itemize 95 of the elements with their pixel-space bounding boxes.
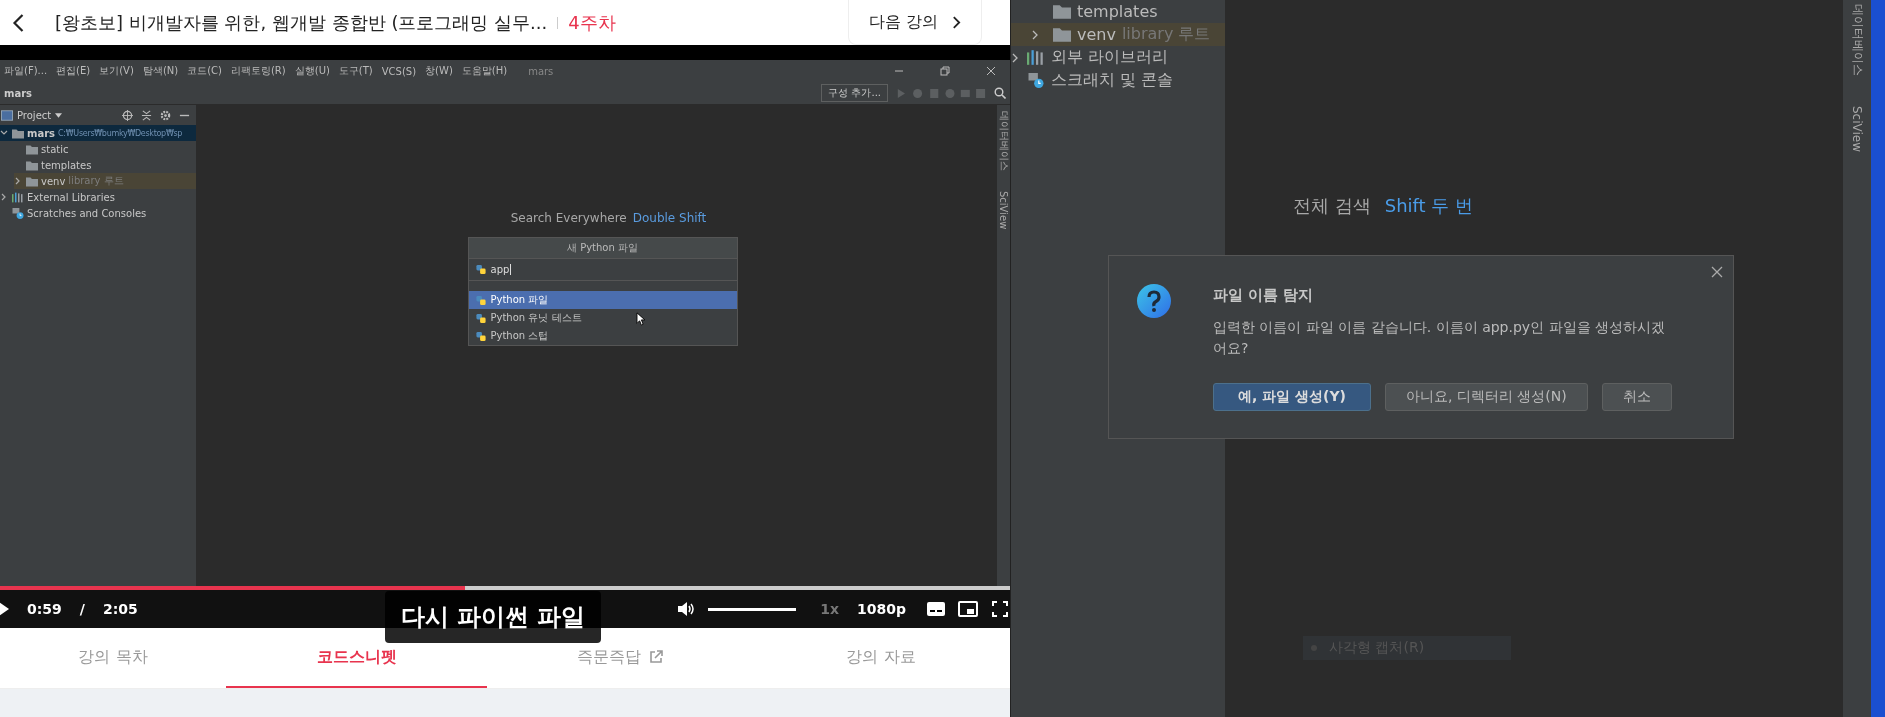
side-tool-tab[interactable]: SciView [998, 191, 1009, 230]
fullscreen-icon[interactable] [990, 601, 1010, 617]
side-tool-tab[interactable]: 데이터베이스 [1848, 4, 1866, 76]
dialog-button[interactable]: 예, 파일 생성(Y) [1213, 383, 1371, 411]
menu-item[interactable]: 보기(V) [99, 64, 134, 78]
tree-item-label[interactable]: venv [1077, 25, 1116, 44]
chevron-right-icon[interactable] [14, 177, 22, 185]
menu-item[interactable]: 편집(E) [56, 64, 91, 78]
file-type-option[interactable]: Python 유닛 테스트 [468, 309, 737, 327]
current-time: 0:59 [27, 601, 62, 617]
menu-item[interactable]: 탐색(N) [142, 64, 179, 78]
subtitle-caption: 다시 파이썬 파일 [385, 591, 601, 643]
search-icon[interactable] [994, 87, 1006, 99]
tree-item-label[interactable]: mars [27, 127, 56, 139]
speed-button[interactable]: 1x [820, 601, 839, 617]
lecture-tab[interactable]: 강의 목차 [0, 628, 226, 688]
library-icon [12, 191, 24, 203]
shortcut-label: Shift 두 번 [1384, 194, 1474, 218]
scratch-file-icon [1027, 73, 1045, 88]
folder-path: C:₩Users₩bumky₩Desktop₩sp [58, 128, 183, 138]
play-icon[interactable] [0, 602, 9, 616]
file-type-option[interactable]: Python 파일 [468, 291, 737, 309]
folder-icon [12, 127, 24, 139]
total-time: 2:05 [102, 601, 138, 617]
breadcrumb[interactable]: mars [4, 87, 33, 99]
chevron-right-icon[interactable] [0, 193, 8, 201]
folder-icon [26, 159, 38, 171]
python-icon [474, 312, 487, 324]
caret-down-icon[interactable] [55, 112, 63, 118]
volume-icon[interactable] [676, 601, 697, 617]
menu-item[interactable]: 리팩토링(R) [230, 64, 286, 78]
side-tool-tab[interactable]: 데이터베이스 [996, 111, 1011, 171]
python-icon [474, 264, 487, 275]
lecture-tab[interactable]: 강의 자료 [752, 628, 1010, 688]
course-title: [왕초보] 비개발자를 위한, 웹개발 종합반 (프로그래밍 실무... [55, 10, 548, 35]
tree-item-label[interactable]: Scratches and Consoles [27, 207, 147, 219]
subtitles-icon[interactable] [926, 601, 946, 617]
search-everywhere-label: Search Everywhere [510, 211, 627, 225]
folder-icon [1053, 27, 1071, 42]
picture-in-picture-icon[interactable] [958, 601, 978, 617]
dialog-button[interactable]: 아니요, 디렉터리 생성(N) [1385, 383, 1588, 411]
dialog-title: 파일 이름 탐지 [1213, 286, 1315, 305]
shortcut-label: Double Shift [632, 211, 707, 225]
back-icon[interactable] [12, 12, 25, 33]
next-lecture-button[interactable]: 다음 강의 [848, 0, 982, 45]
tree-item-label[interactable]: venv [41, 175, 66, 187]
restore-icon[interactable] [940, 66, 950, 76]
tree-item-label[interactable]: 외부 라이브러리 [1051, 47, 1169, 68]
project-view-dropdown[interactable]: Project [17, 109, 52, 121]
chevron-right-icon[interactable] [1031, 29, 1039, 40]
locate-icon[interactable] [122, 109, 133, 121]
progress-track[interactable] [0, 586, 1010, 590]
side-tool-tab[interactable]: SciView [1850, 106, 1864, 153]
menu-item[interactable]: 도구(T) [338, 64, 373, 78]
scratch-file-icon [12, 207, 24, 219]
python-icon [474, 330, 487, 342]
chevron-down-icon[interactable] [0, 129, 8, 137]
dialog-button[interactable]: 취소 [1601, 383, 1672, 411]
file-type-option[interactable]: Python 스텁 [468, 327, 737, 345]
tree-item-label[interactable]: templates [1077, 2, 1158, 21]
settings-icon[interactable] [160, 109, 171, 121]
menu-item[interactable]: 코드(C) [187, 64, 222, 78]
folder-note: library 루트 [68, 174, 124, 188]
close-icon[interactable] [986, 66, 996, 76]
python-icon [474, 294, 487, 306]
tree-item-label[interactable]: templates [41, 159, 92, 171]
add-configuration-button[interactable]: 구성 추가... [821, 84, 888, 102]
collapse-all-icon[interactable] [141, 109, 152, 121]
folder-icon [26, 143, 38, 155]
dialog-message: 입력한 이름이 파일 이름 같습니다. 이름이 app.py인 파일을 생성하시겠어요? [1213, 318, 1667, 358]
week-label: 4주차 [568, 10, 616, 35]
quality-button[interactable]: 1080p [857, 601, 906, 617]
folder-icon [26, 175, 38, 187]
menu-item[interactable]: 실행(U) [294, 64, 330, 78]
library-icon [1027, 50, 1045, 65]
window-title: mars [528, 65, 554, 77]
menu-item[interactable]: 파일(F)... [4, 64, 48, 78]
chevron-right-icon[interactable] [1011, 52, 1019, 63]
question-icon [1137, 284, 1171, 318]
folder-note: library 루트 [1121, 24, 1211, 45]
tree-item-label[interactable]: 스크래치 및 콘솔 [1051, 70, 1174, 91]
menu-item[interactable]: 창(W) [425, 64, 453, 78]
tree-item-label[interactable]: static [41, 143, 69, 155]
popup-title: 새 Python 파일 [468, 238, 737, 259]
window-icon [1, 109, 13, 121]
menu-item[interactable]: 도움말(H) [461, 64, 508, 78]
close-icon[interactable] [1711, 266, 1723, 278]
file-name-field[interactable]: app [468, 259, 737, 281]
search-everywhere-label: 전체 검색 [1293, 194, 1371, 218]
tree-item-label[interactable]: External Libraries [27, 191, 115, 203]
mouse-cursor-icon [636, 312, 645, 326]
folder-icon [1053, 4, 1071, 19]
chevron-right-icon [952, 14, 962, 30]
menu-item[interactable]: VCS(S) [381, 65, 417, 77]
time-separator: / [79, 601, 85, 617]
